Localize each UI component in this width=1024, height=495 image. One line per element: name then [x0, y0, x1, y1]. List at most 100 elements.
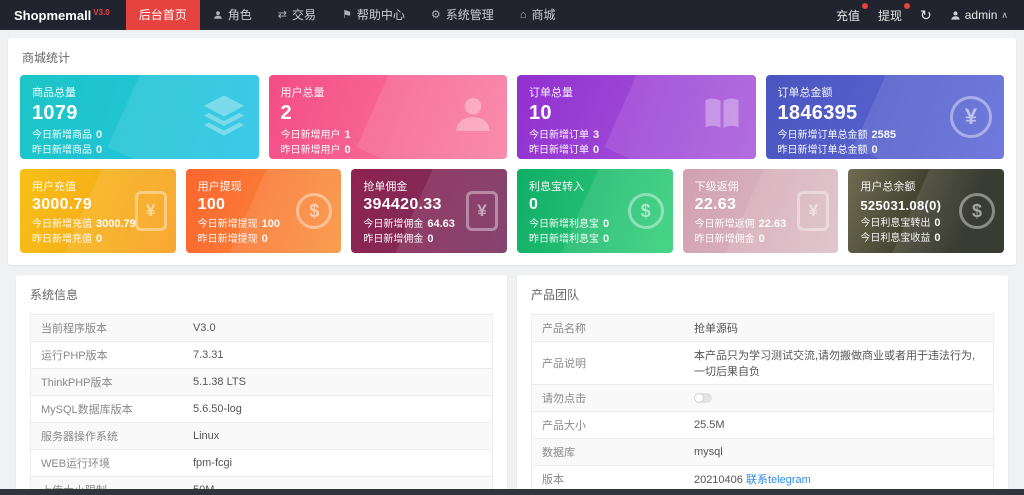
do-not-click-toggle[interactable] [693, 393, 712, 404]
stat-card-user-balance[interactable]: 用户总余额 525031.08(0) 今日利息宝转出 0 今日利息宝收益 0 $ [848, 169, 1004, 253]
nav-item-mall[interactable]: ⌂ 商城 [507, 0, 569, 30]
row-value: V3.0 [182, 314, 493, 342]
table-row: 数据库 mysql [531, 438, 994, 466]
row-label: MySQL数据库版本 [30, 395, 183, 423]
panel-title: 商城统计 [22, 51, 71, 65]
stat-card-user-recharge[interactable]: 用户充值 3000.79 今日新增充值 3000.79 昨日新增充值 0 ¥ [20, 169, 176, 253]
product-team-panel: 产品团队 产品名称 抢单源码 产品说明 本产品只为学习测试交流,请勿搬做商业或者用于… [517, 275, 1008, 495]
table-row: 请勿点击 [531, 384, 994, 412]
stat-line: 昨日新增充值 0 [32, 233, 103, 245]
table-row: 服务器操作系统 Linux [30, 422, 493, 450]
receipt-icon: ¥ [466, 191, 498, 231]
table-row: 产品名称 抢单源码 [531, 314, 994, 342]
stat-card-order-commission[interactable]: 抢单佣金 394420.33 今日新增佣金 64.63 昨日新增佣金 0 ¥ [351, 169, 507, 253]
stat-line: 今日利息宝收益 0 [860, 232, 941, 244]
stat-line: 昨日新增佣金 0 [363, 233, 434, 245]
nav-item-label: 角色 [227, 8, 252, 22]
receipt-icon: ¥ [134, 191, 167, 231]
stat-line: 昨日新增利息宝 0 [529, 233, 610, 245]
user-icon [951, 10, 960, 20]
table-row: MySQL数据库版本 5.6.50-log [30, 395, 493, 423]
footer-bar [0, 489, 1024, 495]
receipt-icon: ¥ [797, 191, 830, 231]
row-value: 5.6.50-log [182, 395, 493, 423]
product-team-table: 产品名称 抢单源码 产品说明 本产品只为学习测试交流,请勿搬做商业或者用于违法行为,… [531, 314, 994, 493]
row-label: WEB运行环境 [30, 449, 183, 477]
stat-title: 用户总余额 [860, 181, 916, 193]
admin-label: admin [964, 8, 998, 22]
brand-name: Shopmemall [14, 7, 92, 23]
telegram-contact-link[interactable]: 联系telegram [746, 474, 811, 486]
stat-line: 昨日新增佣金 0 [694, 233, 765, 245]
nav-item-trade[interactable]: ⇄ 交易 [265, 0, 329, 30]
table-row: 运行PHP版本 7.3.31 [30, 341, 493, 369]
row-value: 抢单源码 [683, 314, 994, 342]
withdraw-label: 提现 [877, 8, 902, 23]
row-label: 产品名称 [531, 314, 684, 342]
nav-item-roles[interactable]: 角色 [200, 0, 265, 30]
chevron-up-icon: ∧ [1001, 9, 1008, 20]
panel-title: 系统信息 [30, 288, 79, 302]
nav-item-system-settings[interactable]: ⚙ 系统管理 [418, 0, 507, 30]
stat-line: 昨日新增商品 0 [32, 144, 103, 156]
stat-line: 昨日新增订单总金额 0 [777, 144, 878, 156]
table-row: WEB运行环境 fpm-fcgi [30, 449, 493, 477]
row-label: 运行PHP版本 [30, 341, 183, 369]
system-info-table: 当前程序版本 V3.0 运行PHP版本 7.3.31 ThinkPHP版本 5.1.3… [30, 314, 493, 495]
nav-item-label: 帮助中心 [356, 8, 405, 22]
stat-line: 昨日新增提现 0 [197, 233, 268, 245]
stat-cards-row-1: 商品总量 1079 今日新增商品 0 昨日新增商品 0 用户总量 2 今日新增用户 1… [20, 75, 1004, 159]
dollar-circle-icon: $ [296, 193, 333, 229]
stat-card-users-total[interactable]: 用户总量 2 今日新增用户 1 昨日新增用户 0 [268, 75, 507, 159]
withdraw-button[interactable]: 提现 [877, 2, 910, 24]
exchange-icon: ⇄ [277, 9, 288, 21]
book-icon [700, 93, 744, 142]
top-navbar: Shopmemall V3.0 后台首页 角色 ⇄ 交易 ⚑ 帮助中心 ⚙ 系统… [0, 0, 1024, 30]
row-label: 服务器操作系统 [30, 422, 183, 450]
database-link[interactable]: mysql [683, 438, 994, 466]
gear-icon: ⚙ [430, 9, 441, 21]
withdraw-notification-badge [903, 2, 910, 9]
navbar-right: 充值 提现 ↻ admin ∧ [835, 2, 1024, 24]
table-row: 当前程序版本 V3.0 [30, 314, 493, 342]
table-row: 产品说明 本产品只为学习测试交流,请勿搬做商业或者用于违法行为,一切后果自负 [531, 341, 994, 385]
version-value: 20210406 [693, 474, 743, 486]
row-value: fpm-fcgi [182, 449, 493, 477]
row-value: Linux [182, 422, 493, 450]
stat-card-interest-in[interactable]: 利息宝转入 0 今日新增利息宝 0 昨日新增利息宝 0 $ [517, 169, 673, 253]
row-value: 5.1.38 LTS [182, 368, 493, 396]
stat-card-goods-total[interactable]: 商品总量 1079 今日新增商品 0 昨日新增商品 0 [20, 75, 259, 159]
dollar-circle-icon: $ [627, 193, 664, 229]
stat-card-orders-total[interactable]: 订单总量 10 今日新增订单 3 昨日新增订单 0 [517, 75, 756, 159]
stat-card-order-amount[interactable]: 订单总金额 1846395 今日新增订单总金额 2585 昨日新增订单总金额 0 ¥ [765, 75, 1004, 159]
product-size-link[interactable]: 25.5M [683, 411, 994, 439]
row-label: ThinkPHP版本 [30, 368, 183, 396]
stat-cards-row-2: 用户充值 3000.79 今日新增充值 3000.79 昨日新增充值 0 ¥ 用户提… [20, 169, 1004, 253]
nav-item-dashboard[interactable]: 后台首页 [125, 0, 200, 30]
brand-logo[interactable]: Shopmemall V3.0 [14, 8, 110, 23]
recharge-label: 充值 [835, 8, 860, 23]
yen-circle-icon: ¥ [950, 96, 992, 138]
table-row: 产品大小 25.5M [531, 411, 994, 439]
stat-line: 昨日新增用户 0 [280, 144, 351, 156]
user-icon [451, 93, 495, 142]
user-icon [213, 10, 223, 20]
admin-menu[interactable]: admin ∧ [950, 8, 1008, 22]
layers-icon [201, 92, 247, 143]
recharge-button[interactable]: 充值 [835, 2, 868, 24]
refresh-icon[interactable]: ↻ [920, 7, 932, 24]
flag-icon: ⚑ [342, 9, 352, 21]
row-value [683, 384, 994, 412]
row-label: 请勿点击 [531, 384, 684, 412]
nav-item-label: 后台首页 [138, 8, 187, 22]
row-label: 产品大小 [531, 411, 684, 439]
nav-item-label: 交易 [292, 8, 317, 22]
nav-item-help-center[interactable]: ⚑ 帮助中心 [329, 0, 418, 30]
table-row: ThinkPHP版本 5.1.38 LTS [30, 368, 493, 396]
panel-title: 产品团队 [531, 288, 580, 302]
row-value: 7.3.31 [182, 341, 493, 369]
stat-card-subordinate-rebate[interactable]: 下级返佣 22.63 今日新增返佣 22.63 昨日新增佣金 0 ¥ [682, 169, 839, 253]
stat-card-user-withdraw[interactable]: 用户提现 100 今日新增提现 100 昨日新增提现 0 $ [185, 169, 342, 253]
dollar-circle-icon: $ [959, 193, 995, 229]
nav-item-label: 系统管理 [445, 8, 494, 22]
